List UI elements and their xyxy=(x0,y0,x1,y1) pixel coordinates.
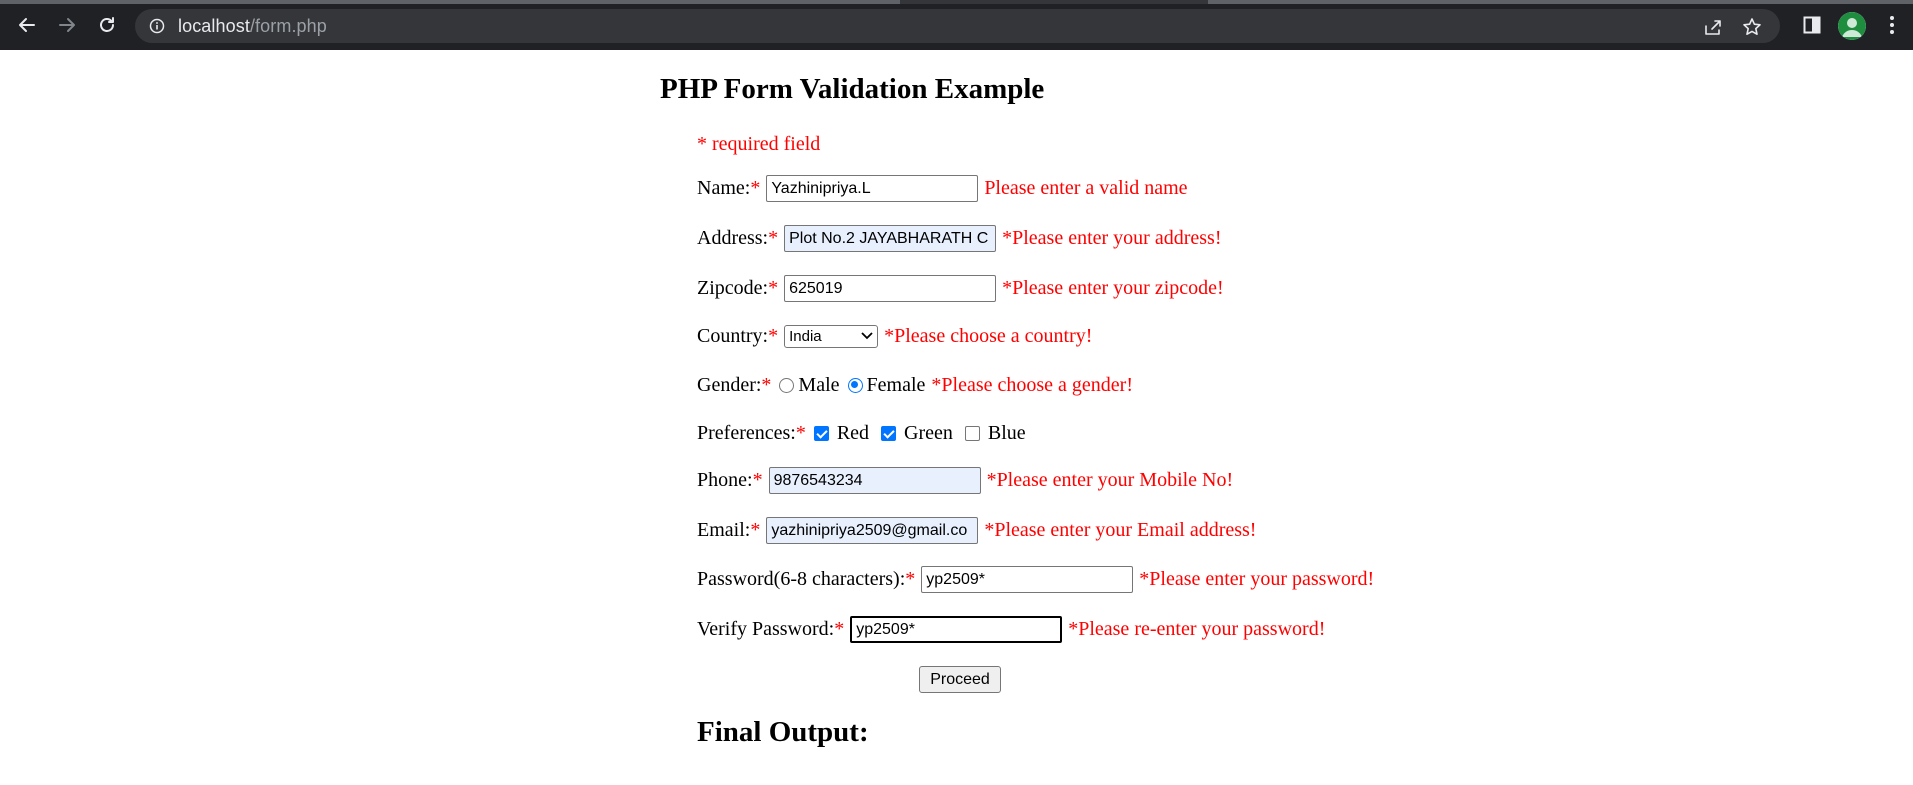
gender-female-radio[interactable] xyxy=(847,377,863,393)
active-tab-edge xyxy=(0,0,900,4)
pref-green-label: Green xyxy=(904,421,953,444)
forward-button[interactable] xyxy=(52,10,82,40)
address-input[interactable]: Plot No.2 JAYABHARATH C xyxy=(784,224,997,252)
pref-green-checkbox[interactable] xyxy=(881,425,897,441)
country-select[interactable]: India xyxy=(784,324,879,348)
name-label: Name: xyxy=(697,176,751,199)
zipcode-label: Zipcode: xyxy=(697,276,769,299)
menu-icon xyxy=(1890,16,1894,34)
preferences-label: Preferences: xyxy=(697,421,796,444)
name-error: Please enter a valid name xyxy=(984,176,1188,199)
gender-male-label: Male xyxy=(798,373,840,396)
required-star: * xyxy=(834,617,845,640)
back-button[interactable] xyxy=(12,10,42,40)
email-error: *Please enter your Email address! xyxy=(984,518,1257,541)
pref-blue-checkbox[interactable] xyxy=(964,425,980,441)
gender-male-radio[interactable] xyxy=(779,377,795,393)
pref-blue-label: Blue xyxy=(987,421,1026,444)
required-star: * xyxy=(752,468,763,491)
email-label: Email: xyxy=(697,518,751,541)
gender-label: Gender: xyxy=(697,373,762,396)
final-output-heading: Final Output: xyxy=(697,716,869,748)
email-input[interactable]: yazhinipriya2509@gmail.co xyxy=(766,516,979,544)
phone-label: Phone: xyxy=(697,468,753,491)
address-label: Address: xyxy=(697,226,769,249)
verify-password-error: *Please re-enter your password! xyxy=(1068,617,1326,640)
required-star: * xyxy=(905,567,916,590)
bookmark-star-icon[interactable] xyxy=(1742,17,1762,37)
chevron-down-icon xyxy=(861,332,873,340)
gender-error: *Please choose a gender! xyxy=(931,373,1133,396)
required-star: * xyxy=(750,518,761,541)
phone-input[interactable]: 9876543234 xyxy=(768,466,981,494)
url-text: localhost/form.php xyxy=(178,16,327,37)
pref-red-label: Red xyxy=(836,421,870,444)
required-star: * xyxy=(761,373,772,396)
required-star: * xyxy=(750,176,761,199)
country-row: Country: * India *Please choose a countr… xyxy=(697,320,1092,352)
person-icon xyxy=(1838,12,1866,40)
forward-icon xyxy=(59,18,75,32)
share-icon[interactable] xyxy=(1703,17,1723,37)
reload-button[interactable] xyxy=(92,10,122,40)
pref-red-checkbox[interactable] xyxy=(813,425,829,441)
phone-error: *Please enter your Mobile No! xyxy=(986,468,1234,491)
name-row: Name: * Yazhinipriya.L Please enter a va… xyxy=(697,172,1188,204)
address-row: Address: * Plot No.2 JAYABHARATH C *Plea… xyxy=(697,222,1221,254)
url-host: localhost xyxy=(178,16,250,36)
password-error: *Please enter your password! xyxy=(1139,567,1375,590)
profile-avatar[interactable] xyxy=(1838,12,1866,40)
gender-female-label: Female xyxy=(866,373,926,396)
url-path: /form.php xyxy=(249,16,327,36)
side-panel-button[interactable] xyxy=(1799,12,1825,38)
country-label: Country: xyxy=(697,324,769,347)
password-label: Password(6-8 characters): xyxy=(697,567,906,590)
email-row: Email: * yazhinipriya2509@gmail.co *Plea… xyxy=(697,514,1256,546)
verify-password-label: Verify Password: xyxy=(697,617,835,640)
verify-password-row: Verify Password: * yp2509* *Please re-en… xyxy=(697,613,1325,645)
inactive-tab-edge xyxy=(1208,0,1913,4)
page-title: PHP Form Validation Example xyxy=(660,73,1045,105)
required-field-note: * required field xyxy=(697,133,821,155)
browser-toolbar: localhost/form.php xyxy=(0,0,1913,50)
required-star: * xyxy=(768,324,779,347)
address-error: *Please enter your address! xyxy=(1002,226,1222,249)
required-star: * xyxy=(768,226,779,249)
required-star: * xyxy=(768,276,779,299)
gender-row: Gender: * Male Female *Please choose a g… xyxy=(697,369,1133,401)
name-input[interactable]: Yazhinipriya.L xyxy=(766,174,979,202)
proceed-button[interactable]: Proceed xyxy=(919,666,1001,693)
reload-icon xyxy=(100,17,114,32)
preferences-row: Preferences: * Red Green Blue xyxy=(697,417,1026,449)
verify-password-input[interactable]: yp2509* xyxy=(850,615,1063,643)
info-icon[interactable] xyxy=(149,18,165,34)
password-row: Password(6-8 characters): * yp2509* *Ple… xyxy=(697,563,1374,595)
menu-button[interactable] xyxy=(1879,12,1905,38)
zipcode-error: *Please enter your zipcode! xyxy=(1002,276,1224,299)
zipcode-input[interactable]: 625019 xyxy=(784,274,997,302)
country-error: *Please choose a country! xyxy=(884,324,1093,347)
country-selected-value: India xyxy=(789,327,822,345)
back-icon xyxy=(19,18,35,32)
side-panel-icon xyxy=(1803,16,1821,34)
zipcode-row: Zipcode: * 625019 *Please enter your zip… xyxy=(697,272,1224,304)
password-input[interactable]: yp2509* xyxy=(921,565,1134,593)
address-bar[interactable]: localhost/form.php xyxy=(135,9,1780,43)
phone-row: Phone: * 9876543234 *Please enter your M… xyxy=(697,464,1233,496)
required-star: * xyxy=(795,421,806,444)
